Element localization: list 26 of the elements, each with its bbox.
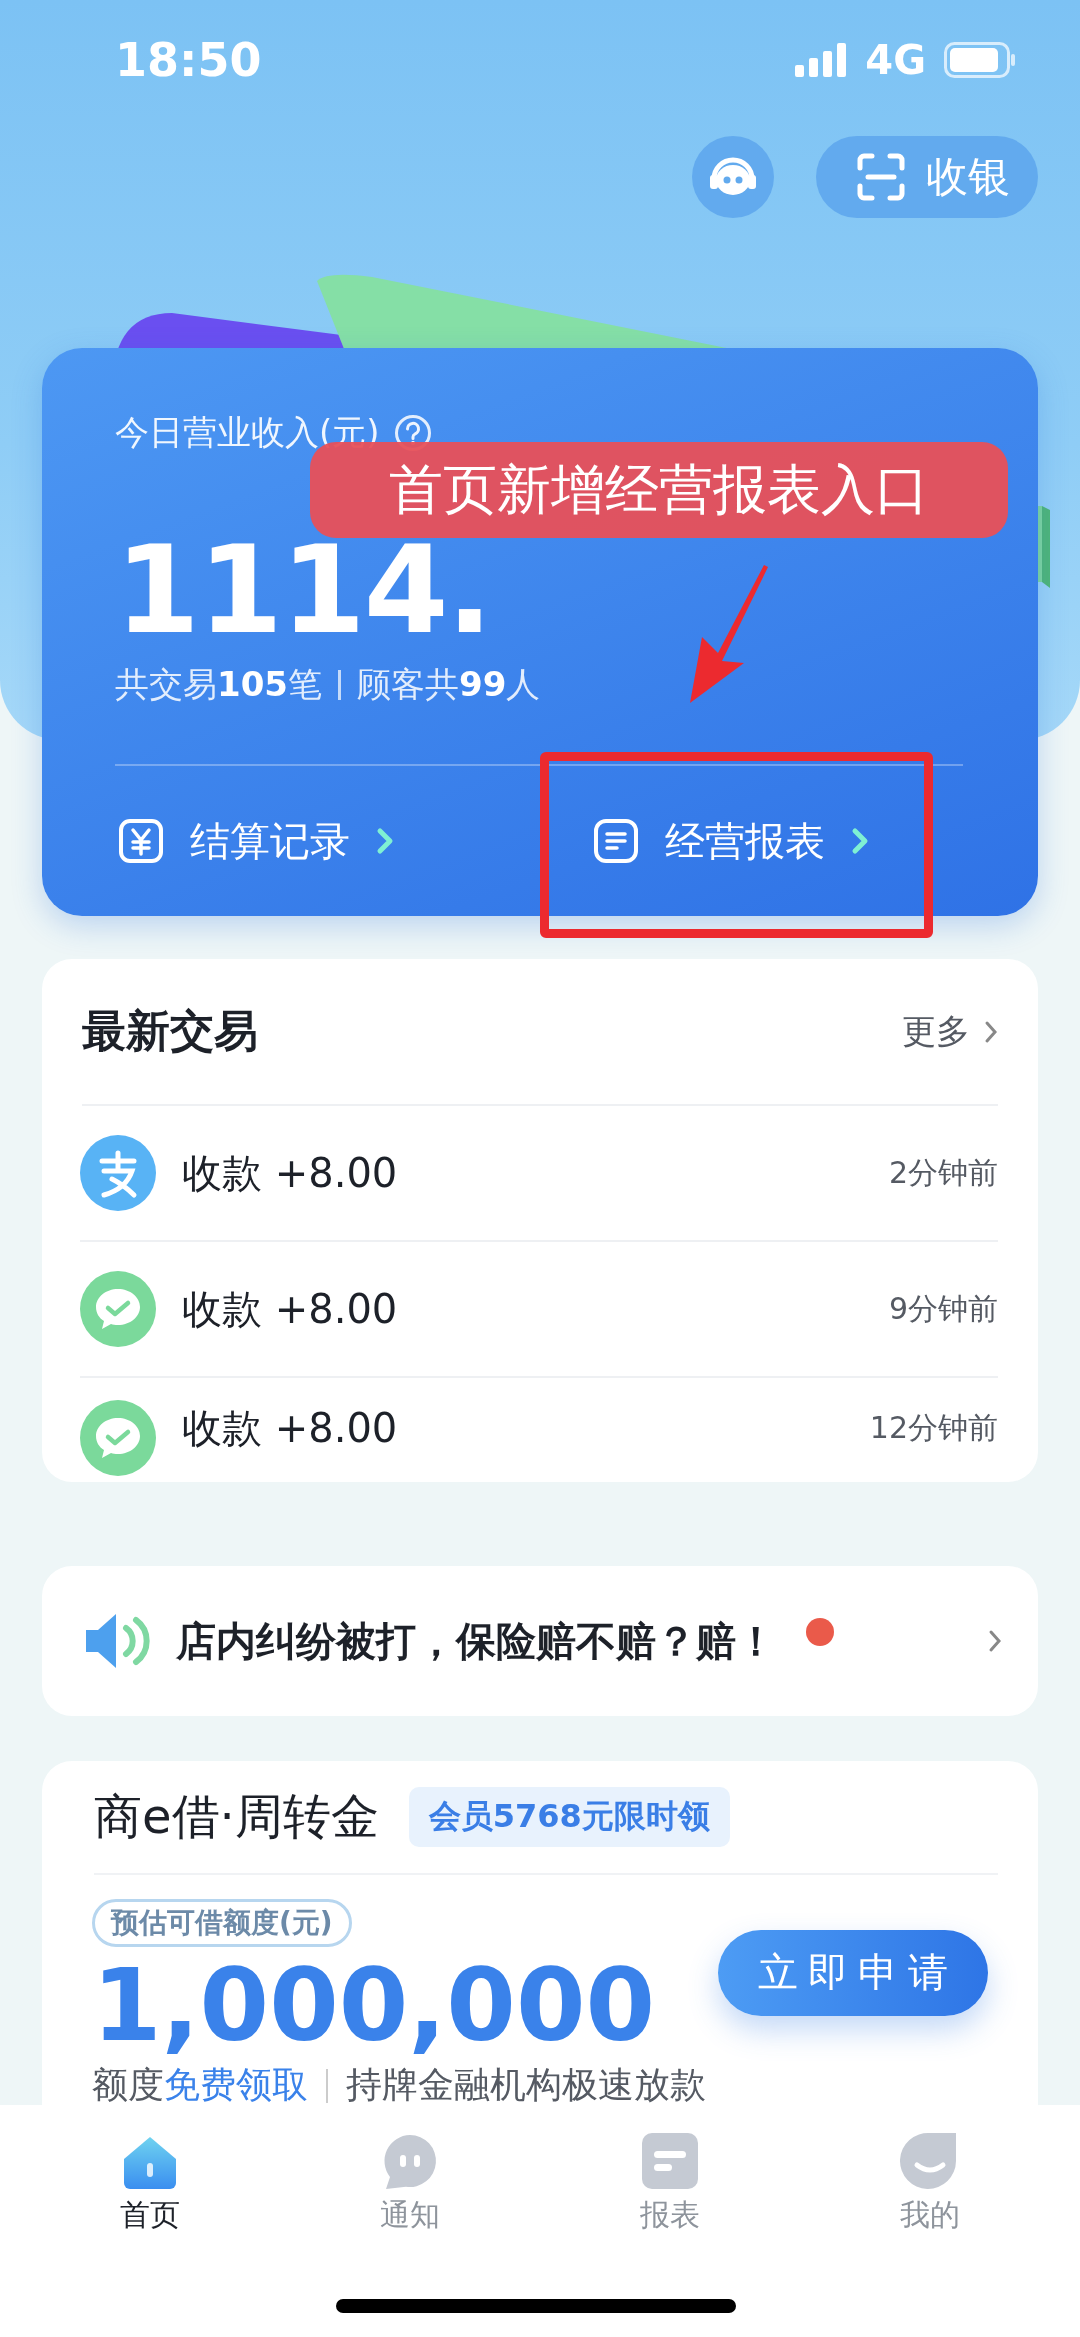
transaction-text: 收款 +8.00 <box>182 1408 399 1449</box>
document-icon <box>640 2131 700 2191</box>
transaction-text: 收款 +8.00 <box>182 1284 399 1334</box>
transaction-time: 12分钟前 <box>869 1409 998 1448</box>
card-link[interactable]: 经营报表 <box>593 813 869 869</box>
note-text: 持牌金融机构极速放款 <box>346 2063 706 2105</box>
summary-text: 顾客共99人 <box>357 663 541 707</box>
status-time: 18:50 <box>115 33 262 88</box>
more-link[interactable]: 更多 <box>902 1008 998 1055</box>
tab-item[interactable]: 我的 <box>830 2105 1030 2236</box>
summary-text: 共交易105笔 <box>115 663 322 707</box>
section-title: 最新交易 <box>82 1004 258 1059</box>
transaction-time: 9分钟前 <box>888 1289 998 1328</box>
revenue-amount: 1114. <box>115 544 491 637</box>
transaction-time: 2分钟前 <box>888 1153 998 1192</box>
note-text: 额度免费领取 <box>92 2063 308 2105</box>
tab-item[interactable]: 首页 <box>50 2105 250 2236</box>
network-label: 4G <box>865 37 926 84</box>
chat-bubble-icon <box>80 1400 156 1477</box>
card-link[interactable]: 结算记录 <box>118 813 394 869</box>
free-claim-link[interactable]: 免费领取 <box>164 2064 308 2105</box>
tab-item[interactable]: 报表 <box>570 2105 770 2236</box>
product-title: 商e借·周转金 <box>94 1787 379 1847</box>
limit-amount: 1,000,000 <box>92 1951 656 2062</box>
transaction-text: 收款 +8.00 <box>182 1148 399 1198</box>
tab-item[interactable]: 通知 <box>310 2105 510 2236</box>
